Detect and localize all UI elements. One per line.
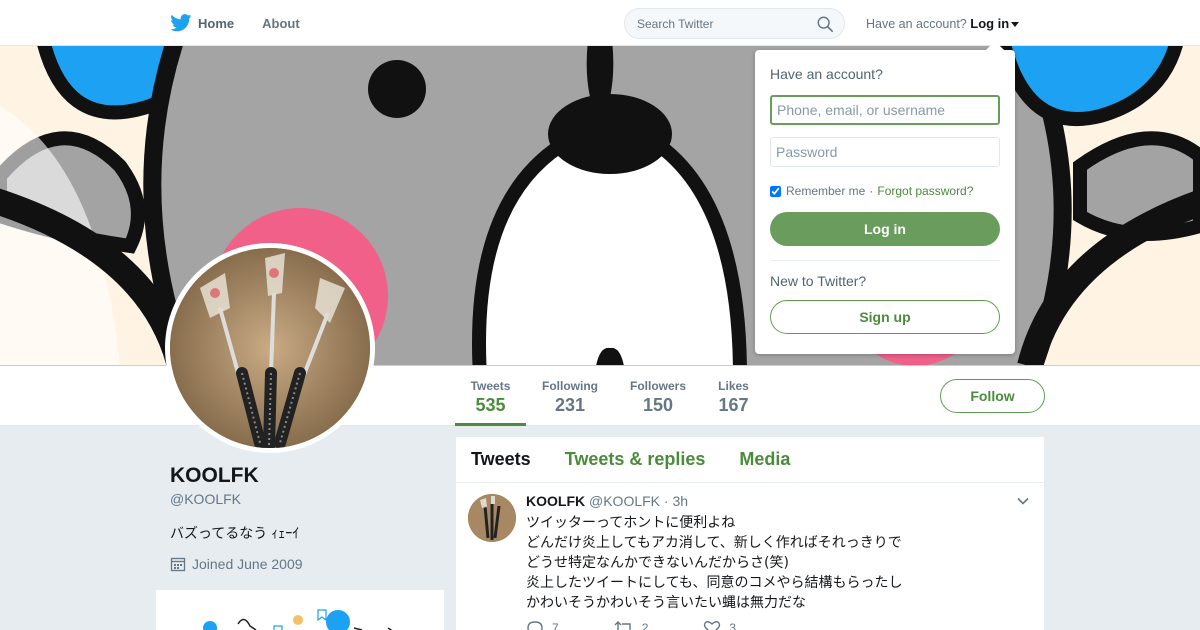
follow-button[interactable]: Follow xyxy=(940,379,1045,413)
tweet-line: 炎上したツイートにしても、同意のコメやら結構もらったし xyxy=(526,575,903,591)
tweet-text: ツイッターってホントに便利よね どんだけ炎上してもアカ消して、新しく作ればそれっ… xyxy=(526,513,902,613)
profile-bio: バズってるなう ｨｪｰｲ xyxy=(170,525,300,541)
retweet-action[interactable]: 2 xyxy=(614,620,649,630)
nav-about[interactable]: About xyxy=(262,16,300,31)
tweet-line: ツイッターってホントに便利よね xyxy=(526,515,736,531)
tweet-timestamp[interactable]: · 3h xyxy=(664,493,688,509)
stat-value: 535 xyxy=(475,395,506,415)
search-input[interactable] xyxy=(625,9,805,38)
nav-left: Home About xyxy=(170,0,328,46)
calendar-icon xyxy=(170,557,186,572)
chevron-down-icon[interactable] xyxy=(1016,494,1030,508)
stat-tweets[interactable]: Tweets 535 xyxy=(455,366,526,426)
stat-followers[interactable]: Followers 150 xyxy=(626,366,690,426)
remember-me-label[interactable]: Remember me xyxy=(786,184,865,198)
like-action[interactable]: 3 xyxy=(703,620,736,630)
stat-value: 231 xyxy=(554,395,586,415)
tweet-line: どんだけ炎上してもアカ消して、新しく作ればそれっきりで xyxy=(526,535,902,551)
divider xyxy=(770,260,1000,261)
username-field[interactable] xyxy=(770,95,1000,125)
nav-home-label: Home xyxy=(198,15,235,31)
stat-label: Following xyxy=(542,379,598,393)
timeline: Tweets Tweets & replies Media KOOLFK @KO… xyxy=(456,437,1044,630)
profile-avatar[interactable] xyxy=(165,243,375,453)
login-button[interactable]: Log in xyxy=(770,212,1000,246)
tweet-avatar-photo xyxy=(468,494,516,542)
new-to-twitter-text: New to Twitter? xyxy=(770,273,867,289)
profile-name[interactable]: KOOLFK xyxy=(170,464,259,488)
stat-likes[interactable]: Likes 167 xyxy=(713,366,754,426)
login-dropdown-toggle[interactable]: Log in xyxy=(970,16,1020,31)
stat-following[interactable]: Following 231 xyxy=(538,366,602,426)
tweet-line: どうせ特定なんかできないんだからさ(笑) xyxy=(526,555,789,571)
password-field[interactable] xyxy=(770,137,1000,167)
timeline-tabs: Tweets Tweets & replies Media xyxy=(456,437,1044,483)
profile-handle[interactable]: @KOOLFK xyxy=(170,491,241,507)
tweet-header: KOOLFK @KOOLFK · 3h xyxy=(526,493,688,509)
media-thumbnails xyxy=(203,609,393,630)
remember-row: Remember me · Forgot password? xyxy=(770,184,973,198)
stat-value: 167 xyxy=(718,395,749,415)
tab-media[interactable]: Media xyxy=(739,449,790,470)
search-box xyxy=(624,8,845,39)
tweet-avatar[interactable] xyxy=(468,494,516,542)
top-navbar: Home About Have an account? Log in xyxy=(0,0,1200,46)
avatar-photo xyxy=(170,248,370,448)
reply-icon xyxy=(527,621,543,630)
dropdown-arrow xyxy=(986,41,1004,50)
separator-dot: · xyxy=(869,184,874,198)
tweet-actions: 7 2 3 xyxy=(526,620,791,630)
joined-text: Joined June 2009 xyxy=(192,556,303,572)
profile-joined: Joined June 2009 xyxy=(170,556,303,572)
search-icon[interactable] xyxy=(816,15,834,33)
reply-count: 7 xyxy=(552,621,559,630)
stat-label: Tweets xyxy=(470,379,511,393)
tweet-line: かわいそうかわいそう言いたい蝿は無力だな xyxy=(526,595,806,611)
login-dropdown: Have an account? Remember me · Forgot pa… xyxy=(755,41,1015,354)
login-prompt: Have an account? Log in xyxy=(866,16,1020,31)
heart-icon xyxy=(704,621,721,630)
tweet-author-handle[interactable]: @KOOLFK xyxy=(589,493,660,509)
stat-label: Followers xyxy=(629,379,686,393)
have-account-text: Have an account? xyxy=(866,17,967,31)
retweet-count: 2 xyxy=(641,621,649,630)
darts-photo xyxy=(170,248,370,448)
photos-module[interactable] xyxy=(156,590,444,630)
tab-tweets-replies[interactable]: Tweets & replies xyxy=(565,449,706,470)
twitter-bird-icon xyxy=(170,14,192,32)
retweet-icon xyxy=(614,621,631,630)
nav-about-label: About xyxy=(262,15,300,31)
signup-button[interactable]: Sign up xyxy=(770,300,1000,334)
reply-action[interactable]: 7 xyxy=(526,620,559,630)
stat-label: Likes xyxy=(718,379,749,393)
tweet[interactable]: KOOLFK @KOOLFK · 3h ツイッターってホントに便利よね どんだけ… xyxy=(456,484,1044,630)
stat-value: 150 xyxy=(642,395,674,415)
caret-down-icon xyxy=(1011,22,1020,28)
login-toggle-label: Log in xyxy=(970,16,1010,31)
like-count: 3 xyxy=(729,621,737,630)
remember-me-checkbox[interactable] xyxy=(770,185,781,197)
nav-home[interactable]: Home xyxy=(170,14,234,32)
tab-tweets[interactable]: Tweets xyxy=(471,449,531,470)
dropdown-title: Have an account? xyxy=(770,66,883,82)
forgot-password-link[interactable]: Forgot password? xyxy=(877,184,973,198)
tweet-author-name[interactable]: KOOLFK xyxy=(526,493,585,509)
